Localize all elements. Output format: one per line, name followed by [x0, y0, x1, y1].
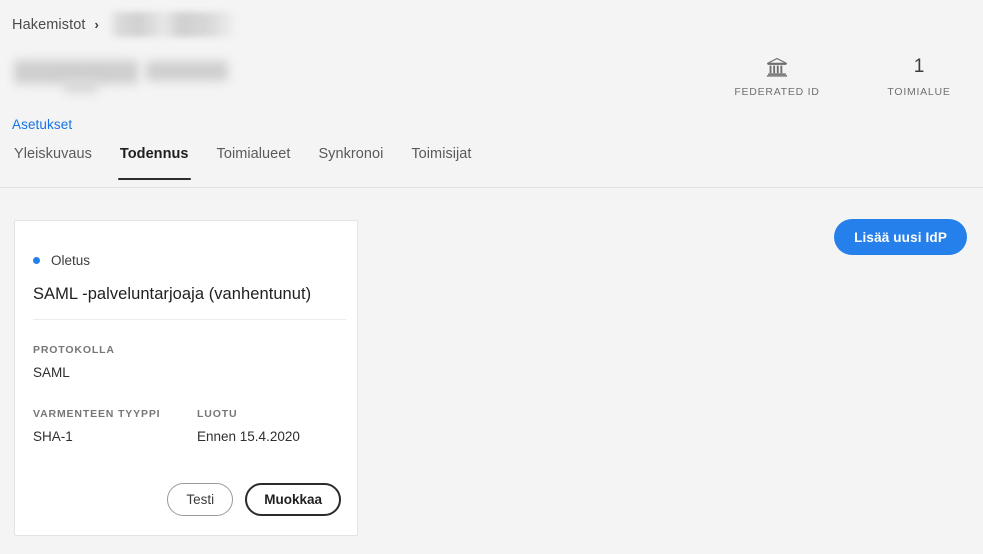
card-divider	[33, 319, 346, 320]
header-stats: FEDERATED ID 1 TOIMIALUE	[731, 52, 965, 98]
test-button[interactable]: Testi	[167, 483, 234, 516]
tab-todennus[interactable]: Todennus	[106, 146, 203, 180]
tab-toimisijat[interactable]: Toimisijat	[397, 146, 485, 180]
status-dot-icon	[33, 257, 40, 264]
idp-card-title: SAML -palveluntarjoaja (vanhentunut)	[33, 285, 312, 303]
stat-label-federated-id: FEDERATED ID	[734, 86, 820, 98]
field-value-varmenteen-tyyppi: SHA-1	[33, 429, 73, 444]
stat-federated-id: FEDERATED ID	[731, 52, 823, 98]
tab-bar-divider	[0, 187, 983, 188]
edit-button[interactable]: Muokkaa	[245, 483, 341, 516]
default-badge-label: Oletus	[51, 253, 91, 268]
breadcrumb: Hakemistot ›	[12, 11, 235, 37]
stat-toimialue: 1 TOIMIALUE	[873, 52, 965, 98]
tab-toimialueet[interactable]: Toimialueet	[203, 146, 305, 180]
chevron-right-icon: ›	[94, 16, 99, 32]
stat-value-toimialue: 1	[913, 56, 925, 77]
field-luotu: LUOTU Ennen 15.4.2020	[197, 408, 300, 444]
field-label-varmenteen-tyyppi: VARMENTEEN TYYPPI	[33, 408, 161, 420]
breadcrumb-item-hakemistot[interactable]: Hakemistot	[12, 17, 86, 33]
field-label-luotu: LUOTU	[197, 408, 238, 420]
page-root: Hakemistot › FEDERATED ID 1 TOIMIALUE As…	[0, 0, 983, 554]
field-value-protokolla: SAML	[33, 365, 70, 380]
tab-yleiskuvaus[interactable]: Yleiskuvaus	[12, 146, 106, 180]
card-action-bar: Testi Muokkaa	[167, 483, 341, 516]
field-row-certificate: VARMENTEEN TYYPPI SHA-1 LUOTU Ennen 15.4…	[33, 408, 341, 444]
field-value-luotu: Ennen 15.4.2020	[197, 429, 300, 444]
tab-bar: Yleiskuvaus Todennus Toimialueet Synkron…	[12, 146, 486, 180]
field-varmenteen-tyyppi: VARMENTEEN TYYPPI SHA-1	[33, 408, 197, 444]
default-badge: Oletus	[33, 253, 341, 268]
idp-card[interactable]: Oletus SAML -palveluntarjoaja (vanhentun…	[14, 220, 358, 536]
page-title-blur-segment	[64, 80, 98, 93]
tab-synkronoi[interactable]: Synkronoi	[304, 146, 397, 180]
breadcrumb-item-current-redacted[interactable]	[107, 11, 235, 37]
field-protokolla: PROTOKOLLA SAML	[33, 344, 341, 380]
stat-label-toimialue: TOIMIALUE	[887, 86, 951, 98]
bank-building-icon	[766, 52, 788, 82]
add-new-idp-button[interactable]: Lisää uusi IdP	[834, 219, 967, 255]
settings-link[interactable]: Asetukset	[12, 117, 72, 132]
page-title-blur-segment	[146, 61, 228, 81]
field-label-protokolla: PROTOKOLLA	[33, 344, 115, 356]
page-title-redacted	[12, 52, 228, 94]
